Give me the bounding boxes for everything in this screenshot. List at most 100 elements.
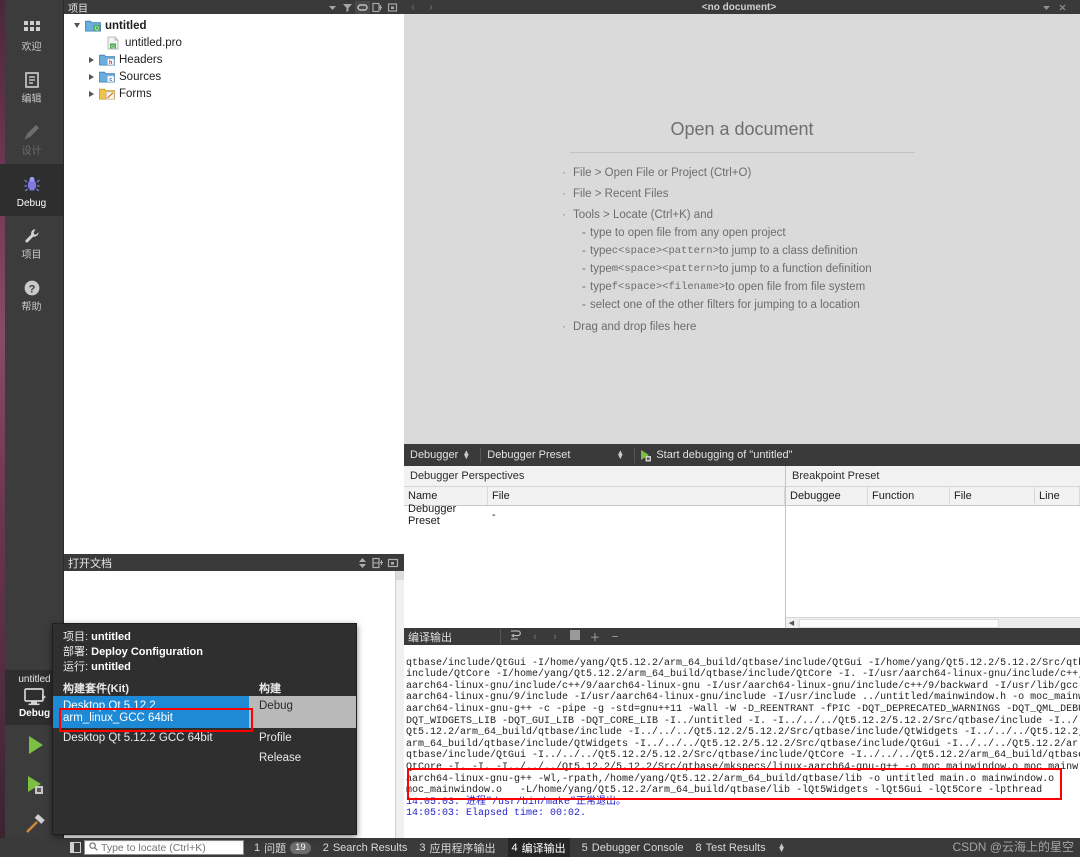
column-header-line[interactable]: Line (1035, 487, 1080, 505)
bullet-icon: · (562, 209, 566, 221)
welcome-sub-hint: - type c<space><pattern> to jump to a cl… (582, 245, 922, 257)
pro-file-icon: Q (104, 35, 122, 50)
zoom-in-icon[interactable]: ＋ (585, 629, 605, 645)
mode-debug[interactable]: Debug (0, 164, 63, 216)
welcome-divider (569, 152, 915, 153)
build-option-profile[interactable]: Profile (249, 728, 356, 748)
welcome-sub-hint: - type to open file from any open projec… (582, 227, 922, 239)
debugger-body: Debugger Perspectives Name File Debugger… (404, 466, 1080, 628)
sidebar-toggle-icon[interactable] (66, 838, 84, 857)
scroll-track[interactable] (797, 618, 1080, 628)
kit-empty-cell (53, 748, 249, 768)
tree-row[interactable]: h Headers (64, 51, 404, 68)
breakpoint-hscrollbar[interactable]: ◀ (786, 617, 1080, 628)
column-header-debuggee[interactable]: Debuggee (786, 487, 868, 505)
mode-welcome[interactable]: 欢迎 (0, 8, 63, 60)
kit-option-arm-linux-gcc[interactable]: Desktop Qt 5.12.2 arm_linux_GCC 64bit (53, 696, 249, 728)
breakpoint-column-headers: Debuggee Function File Line (786, 487, 1080, 506)
debugger-mode-selector[interactable]: Debugger ▲ ▼ (408, 448, 476, 462)
status-item-label: Debugger Console (591, 841, 684, 854)
scroll-left-arrow[interactable]: ◀ (786, 619, 797, 627)
scroll-thumb[interactable] (799, 618, 999, 628)
compile-output-text[interactable]: qtbase/include/QtGui -I/home/yang/Qt5.12… (404, 645, 1080, 838)
status-item-application-output[interactable]: 3 应用程序输出 (419, 840, 495, 856)
column-header-file[interactable]: File (950, 487, 1035, 505)
debugger-panel: Debugger ▲ ▼ Debugger Preset ▲ ▼ Start deb… (404, 444, 1080, 628)
tree-row[interactable]: Forms (64, 85, 404, 102)
zoom-out-icon[interactable]: − (605, 631, 625, 643)
stop-icon[interactable] (565, 630, 585, 643)
debugger-perspectives-pane: Debugger Perspectives Name File Debugger… (404, 466, 786, 628)
kit-popup-column-headers: 构建套件(Kit) 构建 (53, 680, 356, 696)
build-option-debug[interactable]: Debug (249, 696, 356, 728)
split-icon[interactable] (370, 556, 385, 569)
expand-arrow-icon[interactable] (84, 90, 98, 97)
next-icon[interactable]: › (545, 631, 565, 643)
start-debug-label[interactable]: Start debugging of "untitled" (656, 449, 792, 461)
status-item-label: Test Results (705, 841, 766, 854)
kit-popup-row[interactable]: Desktop Qt 5.12.2 GCC 64bit Profile (53, 728, 356, 748)
mode-projects[interactable]: 项目 (0, 216, 63, 268)
chevron-down-icon[interactable] (325, 1, 340, 14)
welcome-sub-text-post: to open file from file system (725, 281, 866, 293)
sort-icon[interactable] (355, 556, 370, 569)
welcome-hint-item: · File > Open File or Project (Ctrl+O) (562, 167, 922, 179)
welcome-sub-text: type to open file from any open project (590, 227, 786, 239)
chevron-down-icon[interactable] (1038, 0, 1054, 14)
welcome-sub-code: f<space><filename> (611, 281, 726, 293)
column-header-file[interactable]: File (488, 487, 785, 505)
tree-row[interactable]: Q untitled (64, 17, 404, 34)
expand-arrow-icon[interactable] (84, 56, 98, 63)
filter-icon[interactable] (340, 1, 355, 14)
nav-forward-button[interactable]: › (422, 2, 440, 13)
build-option-release[interactable]: Release (249, 748, 356, 768)
pencil-icon (20, 120, 44, 144)
debugger-preset-selector[interactable]: Debugger Preset ▲ ▼ (485, 449, 630, 462)
expand-arrow-icon[interactable] (70, 23, 84, 28)
kit-option-gcc-64bit[interactable]: Desktop Qt 5.12.2 GCC 64bit (53, 728, 249, 748)
breakpoint-preset-pane: Breakpoint Preset Debuggee Function File… (786, 466, 1080, 628)
link-icon[interactable] (355, 0, 370, 14)
output-line: aarch64-linux-gnu/9/include -I/usr/aarch… (406, 692, 1080, 704)
table-row[interactable]: Debugger Preset - (404, 503, 785, 527)
close-icon[interactable] (1054, 0, 1070, 14)
status-more-icon[interactable]: ▲ ▼ (778, 841, 786, 853)
expand-arrow-icon[interactable] (84, 73, 98, 80)
tree-item-label: Forms (119, 87, 152, 100)
mode-help[interactable]: ? 帮助 (0, 268, 63, 320)
status-item-issues[interactable]: 1 问题 19 (254, 840, 311, 856)
chevron-right-icon (41, 694, 46, 700)
column-header-function[interactable]: Function (868, 487, 950, 505)
kit-popup-row[interactable]: Release (53, 748, 356, 768)
split-icon[interactable] (370, 1, 385, 14)
bullet-icon: · (562, 167, 566, 179)
locate-text-field[interactable] (101, 841, 239, 854)
start-debug-icon[interactable] (639, 449, 652, 462)
open-documents-scrollbar[interactable] (395, 571, 404, 838)
status-item-test-results[interactable]: 8 Test Results (696, 842, 766, 854)
tree-item-label: Headers (119, 53, 163, 66)
scroll-up-arrow[interactable] (396, 571, 404, 580)
close-icon[interactable] (385, 556, 400, 569)
tree-row[interactable]: Q untitled.pro (64, 34, 404, 51)
forms-folder-icon (98, 86, 116, 101)
debugger-perspectives-title: Debugger Perspectives (404, 466, 785, 487)
locate-input[interactable] (84, 840, 244, 855)
status-item-search-results[interactable]: 2 Search Results (323, 842, 408, 854)
close-icon[interactable] (385, 1, 400, 14)
spinner-icon: ▲ ▼ (462, 448, 471, 461)
divider (634, 447, 636, 463)
kit-popup-row[interactable]: Desktop Qt 5.12.2 arm_linux_GCC 64bit De… (53, 696, 356, 728)
nav-back-button[interactable]: ‹ (404, 2, 422, 13)
editor-toolbar: ‹ › <no document> (404, 0, 1080, 14)
mode-edit[interactable]: 编辑 (0, 60, 63, 112)
prev-icon[interactable]: ‹ (525, 631, 545, 643)
welcome-hint-text: Tools > Locate (Ctrl+K) and (573, 209, 713, 221)
wrap-lines-icon[interactable] (505, 629, 525, 644)
status-item-debugger-console[interactable]: 5 Debugger Console (582, 842, 684, 854)
status-item-compile-output[interactable]: 4 编译输出 (507, 837, 570, 857)
project-tree[interactable]: Q untitled Q untitled.pro h Headers c So… (64, 14, 404, 554)
status-badge: 19 (290, 841, 311, 854)
kit-selector-popup[interactable]: 项目: untitled 部署: Deploy Configuration 运行… (52, 623, 357, 835)
tree-row[interactable]: c Sources (64, 68, 404, 85)
